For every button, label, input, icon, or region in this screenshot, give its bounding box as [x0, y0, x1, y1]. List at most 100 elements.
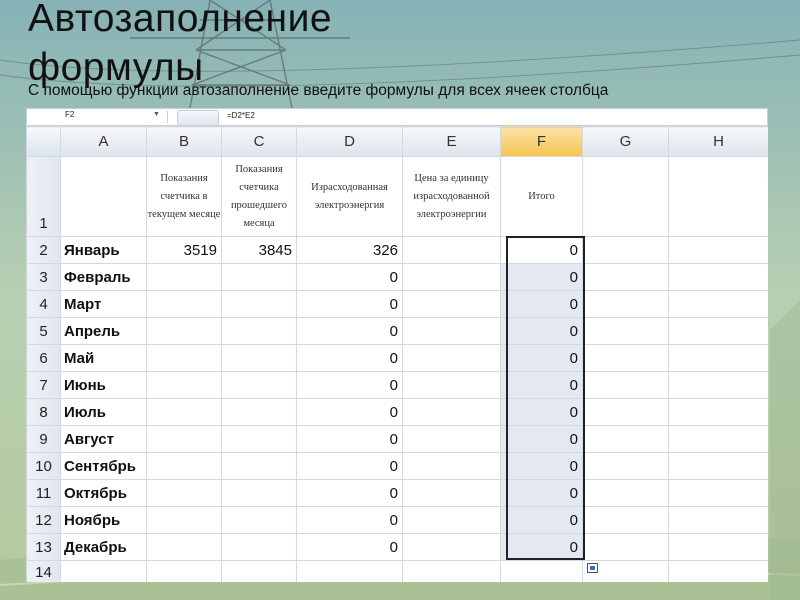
- empty-cell[interactable]: [221, 560, 297, 582]
- month-cell[interactable]: Февраль: [60, 263, 147, 291]
- consumption-cell[interactable]: 0: [296, 371, 403, 399]
- previous-reading-cell[interactable]: [221, 263, 297, 291]
- month-cell[interactable]: Апрель: [60, 317, 147, 345]
- empty-cell-h[interactable]: [668, 506, 768, 534]
- column-header-b[interactable]: B: [146, 126, 222, 157]
- previous-reading-cell[interactable]: [221, 533, 297, 561]
- consumption-cell[interactable]: 0: [296, 533, 403, 561]
- empty-cell-h[interactable]: [668, 236, 768, 264]
- column-header-d[interactable]: D: [296, 126, 403, 157]
- consumption-cell[interactable]: 0: [296, 506, 403, 534]
- month-cell[interactable]: Сентябрь: [60, 452, 147, 480]
- total-cell[interactable]: 0: [500, 479, 583, 507]
- total-cell[interactable]: 0: [500, 506, 583, 534]
- empty-cell-g[interactable]: [582, 317, 669, 345]
- current-reading-cell[interactable]: [146, 371, 222, 399]
- consumption-cell[interactable]: 0: [296, 452, 403, 480]
- empty-cell-g[interactable]: [582, 479, 669, 507]
- empty-cell-h[interactable]: [668, 371, 768, 399]
- cell-h1[interactable]: [668, 156, 768, 237]
- empty-cell-h[interactable]: [668, 290, 768, 318]
- empty-cell-h[interactable]: [668, 344, 768, 372]
- header-unit-price[interactable]: Цена за единицу израсходованной электроэ…: [402, 156, 501, 237]
- month-cell[interactable]: Январь: [60, 236, 147, 264]
- cell-a1[interactable]: [60, 156, 147, 237]
- month-cell[interactable]: Октябрь: [60, 479, 147, 507]
- empty-cell[interactable]: [296, 560, 403, 582]
- previous-reading-cell[interactable]: [221, 479, 297, 507]
- row-header[interactable]: 1: [26, 156, 61, 237]
- header-total[interactable]: Итого: [500, 156, 583, 237]
- unit-price-cell[interactable]: [402, 425, 501, 453]
- previous-reading-cell[interactable]: [221, 425, 297, 453]
- total-cell[interactable]: 0: [500, 452, 583, 480]
- month-cell[interactable]: Май: [60, 344, 147, 372]
- total-cell[interactable]: 0: [500, 425, 583, 453]
- previous-reading-cell[interactable]: 3845: [221, 236, 297, 264]
- empty-cell-g[interactable]: [582, 371, 669, 399]
- empty-cell-g[interactable]: [582, 290, 669, 318]
- row-header[interactable]: 13: [26, 533, 61, 561]
- previous-reading-cell[interactable]: [221, 506, 297, 534]
- total-cell[interactable]: 0: [500, 371, 583, 399]
- current-reading-cell[interactable]: [146, 398, 222, 426]
- empty-cell[interactable]: [60, 560, 147, 582]
- previous-reading-cell[interactable]: [221, 371, 297, 399]
- total-cell[interactable]: 0: [500, 290, 583, 318]
- row-header[interactable]: 6: [26, 344, 61, 372]
- current-reading-cell[interactable]: [146, 479, 222, 507]
- total-cell[interactable]: 0: [500, 317, 583, 345]
- consumption-cell[interactable]: 0: [296, 344, 403, 372]
- current-reading-cell[interactable]: [146, 317, 222, 345]
- empty-cell-h[interactable]: [668, 479, 768, 507]
- empty-cell-h[interactable]: [668, 263, 768, 291]
- row-header[interactable]: 5: [26, 317, 61, 345]
- unit-price-cell[interactable]: [402, 506, 501, 534]
- formula-input[interactable]: =D2*E2: [227, 111, 255, 120]
- empty-cell-h[interactable]: [668, 317, 768, 345]
- unit-price-cell[interactable]: [402, 344, 501, 372]
- row-header[interactable]: 3: [26, 263, 61, 291]
- name-box-dropdown-icon[interactable]: ▼: [153, 111, 160, 118]
- current-reading-cell[interactable]: [146, 425, 222, 453]
- total-cell[interactable]: 0: [500, 533, 583, 561]
- cell-g1[interactable]: [582, 156, 669, 237]
- empty-cell-g[interactable]: [582, 425, 669, 453]
- column-header-h[interactable]: H: [668, 126, 768, 157]
- row-header[interactable]: 7: [26, 371, 61, 399]
- autofill-options-icon[interactable]: [587, 563, 598, 573]
- month-cell[interactable]: Ноябрь: [60, 506, 147, 534]
- unit-price-cell[interactable]: [402, 317, 501, 345]
- current-reading-cell[interactable]: [146, 506, 222, 534]
- month-cell[interactable]: Июнь: [60, 371, 147, 399]
- unit-price-cell[interactable]: [402, 479, 501, 507]
- empty-cell-g[interactable]: [582, 263, 669, 291]
- total-cell[interactable]: 0: [500, 263, 583, 291]
- month-cell[interactable]: Март: [60, 290, 147, 318]
- unit-price-cell[interactable]: [402, 236, 501, 264]
- row-header[interactable]: 11: [26, 479, 61, 507]
- row-header[interactable]: 8: [26, 398, 61, 426]
- current-reading-cell[interactable]: [146, 452, 222, 480]
- row-header[interactable]: 10: [26, 452, 61, 480]
- unit-price-cell[interactable]: [402, 290, 501, 318]
- total-cell[interactable]: 0: [500, 236, 583, 264]
- unit-price-cell[interactable]: [402, 533, 501, 561]
- consumption-cell[interactable]: 0: [296, 317, 403, 345]
- empty-cell-h[interactable]: [668, 533, 768, 561]
- consumption-cell[interactable]: 326: [296, 236, 403, 264]
- empty-cell-g[interactable]: [582, 236, 669, 264]
- empty-cell-g[interactable]: [582, 452, 669, 480]
- previous-reading-cell[interactable]: [221, 344, 297, 372]
- empty-cell-g[interactable]: [582, 506, 669, 534]
- empty-cell[interactable]: [146, 560, 222, 582]
- consumption-cell[interactable]: 0: [296, 425, 403, 453]
- total-cell[interactable]: 0: [500, 344, 583, 372]
- month-cell[interactable]: Август: [60, 425, 147, 453]
- month-cell[interactable]: Декабрь: [60, 533, 147, 561]
- unit-price-cell[interactable]: [402, 398, 501, 426]
- current-reading-cell[interactable]: [146, 263, 222, 291]
- current-reading-cell[interactable]: [146, 290, 222, 318]
- empty-cell[interactable]: [668, 560, 768, 582]
- previous-reading-cell[interactable]: [221, 290, 297, 318]
